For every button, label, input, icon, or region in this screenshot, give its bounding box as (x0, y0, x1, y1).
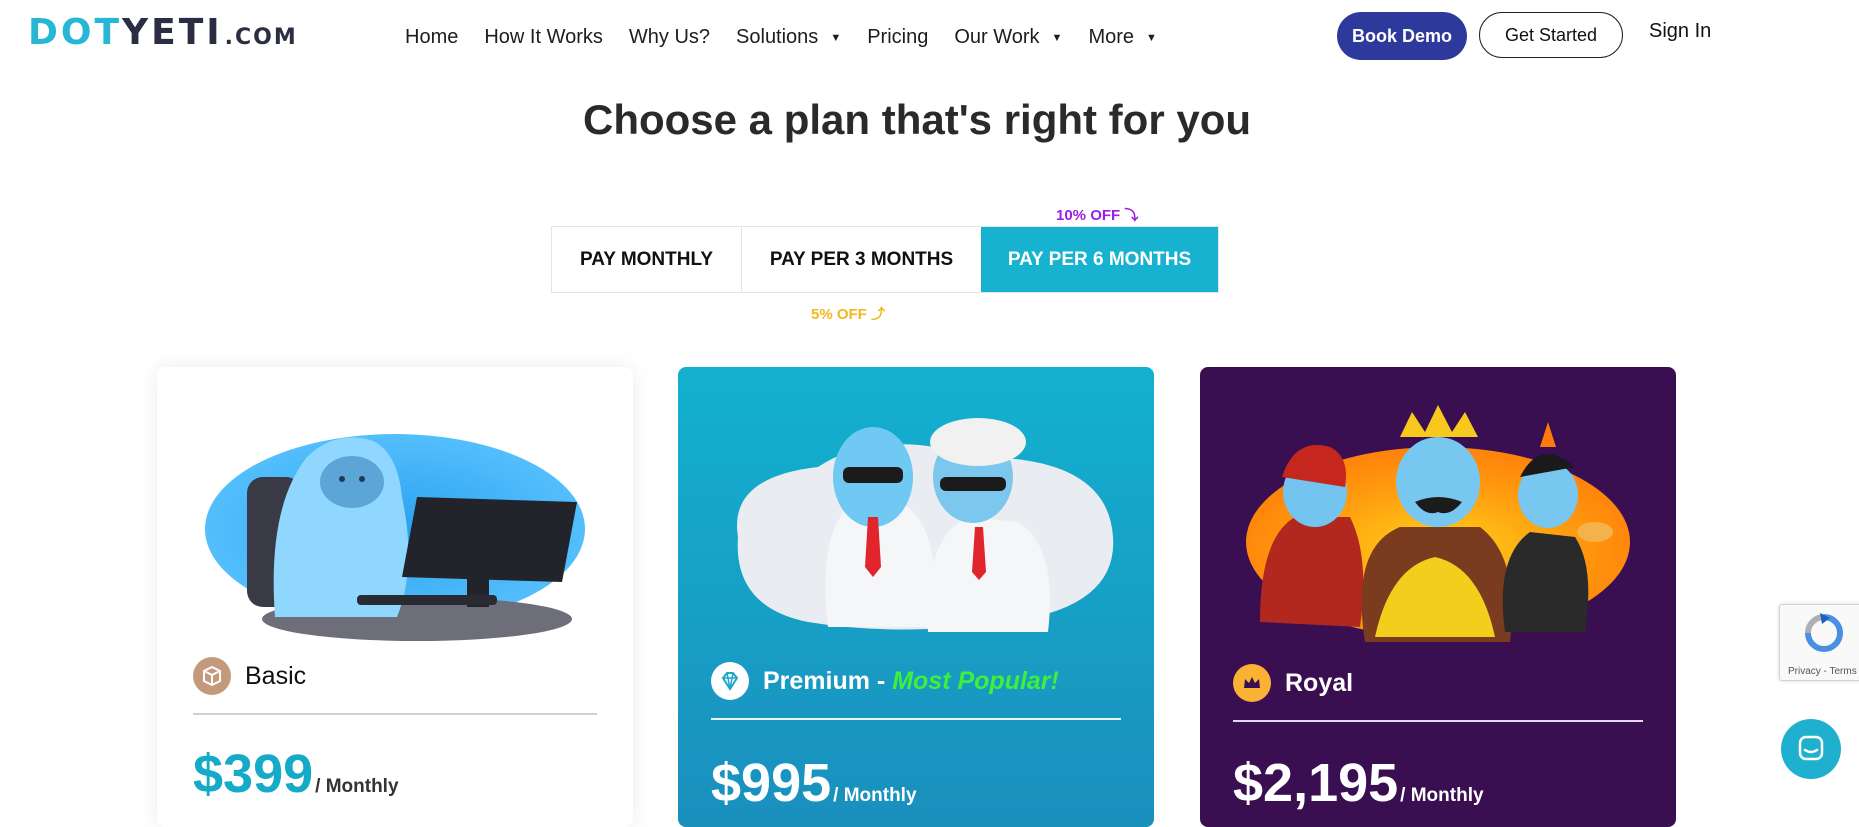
page-title: Choose a plan that's right for you (582, 96, 1252, 143)
sign-in-link[interactable]: Sign In (1649, 20, 1711, 43)
plan-name-text: Premium - (763, 666, 893, 695)
diamond-icon (711, 662, 749, 700)
plan-header: Basic (193, 657, 306, 695)
curved-arrow-icon: ⤴ (871, 306, 886, 322)
nav-why-us[interactable]: Why Us? (629, 26, 710, 49)
plan-header: Premium - Most Popular! (711, 662, 1059, 700)
curved-arrow-icon: ⤵ (1124, 207, 1139, 223)
pay-per-3-months-option[interactable]: PAY PER 3 MONTHS (742, 227, 981, 292)
billing-period: / Monthly (315, 776, 399, 797)
price-line: $2,195 / Monthly (1233, 752, 1484, 814)
nav-more-label: More (1088, 26, 1135, 48)
price-line: $995 / Monthly (711, 752, 917, 814)
plan-price: $2,195 (1233, 753, 1399, 813)
discount-3-months-badge: 5% OFF ⤴ (811, 304, 885, 324)
pay-per-6-months-option[interactable]: PAY PER 6 MONTHS (981, 227, 1218, 292)
nav-pricing[interactable]: Pricing (867, 26, 928, 49)
divider (193, 713, 597, 715)
caret-down-icon: ▼ (830, 31, 842, 44)
plan-card-royal: Royal $2,195 / Monthly (1200, 367, 1676, 827)
nav-why-us-label: Why Us? (628, 26, 711, 48)
price-line: $399 / Monthly (193, 743, 399, 805)
nav-solutions-label: Solutions (736, 26, 819, 48)
nav-how-it-works-label: How It Works (484, 26, 603, 48)
nav-how-it-works[interactable]: How It Works (484, 26, 603, 49)
recaptcha-links[interactable]: Privacy - Terms (1788, 666, 1857, 677)
plan-name: Premium - Most Popular! (763, 667, 1059, 696)
box-icon (193, 657, 231, 695)
caret-down-icon: ▼ (1051, 31, 1063, 44)
plan-card-basic: Basic $399 / Monthly (157, 367, 633, 827)
most-popular-label: Most Popular! (892, 666, 1059, 695)
site-logo[interactable]: DOTYETI .COM (28, 12, 298, 53)
discount-6-months-badge: 10% OFF ⤵ (1056, 205, 1138, 225)
plan-card-premium: Premium - Most Popular! $995 / Monthly (678, 367, 1154, 827)
get-started-button[interactable]: Get Started (1479, 12, 1623, 58)
plan-header: Royal (1233, 664, 1353, 702)
royal-plan-illustration (1246, 405, 1630, 642)
discount-6-months-text: 10% OFF (1056, 207, 1121, 224)
plan-name: Royal (1285, 668, 1354, 697)
plan-name: Basic (245, 661, 307, 690)
main-nav: Home How It Works Why Us? Solutions ▼ Pri… (405, 26, 1183, 49)
recaptcha-badge[interactable]: Privacy - Terms (1779, 604, 1859, 681)
basic-plan-illustration (205, 434, 585, 641)
chat-icon (1798, 735, 1824, 761)
plan-price: $995 (711, 753, 832, 813)
logo-tld: .COM (224, 25, 298, 50)
divider (1233, 720, 1643, 722)
logo-wordmark: DOTYETI (28, 12, 223, 53)
caret-down-icon: ▼ (1146, 31, 1157, 44)
book-demo-button[interactable]: Book Demo (1337, 12, 1467, 60)
nav-more[interactable]: More ▼ (1088, 26, 1156, 49)
nav-home[interactable]: Home (405, 26, 458, 49)
nav-home-label: Home (405, 26, 459, 48)
pay-monthly-option[interactable]: PAY MONTHLY (552, 227, 742, 292)
billing-period: / Monthly (1400, 785, 1484, 806)
divider (711, 718, 1121, 720)
recaptcha-icon (1805, 613, 1843, 652)
chat-launcher-button[interactable] (1781, 719, 1841, 779)
crown-icon (1233, 664, 1271, 702)
nav-pricing-label: Pricing (867, 26, 929, 48)
billing-period-toggle: PAY MONTHLY PAY PER 3 MONTHS PAY PER 6 M… (551, 226, 1219, 293)
plan-price: $399 (193, 744, 314, 804)
nav-our-work[interactable]: Our Work ▼ (954, 26, 1062, 49)
billing-period: / Monthly (833, 785, 917, 806)
nav-solutions[interactable]: Solutions ▼ (736, 26, 841, 49)
nav-our-work-label: Our Work (954, 26, 1040, 48)
premium-plan-illustration (737, 418, 1114, 632)
discount-3-months-text: 5% OFF (811, 306, 867, 323)
